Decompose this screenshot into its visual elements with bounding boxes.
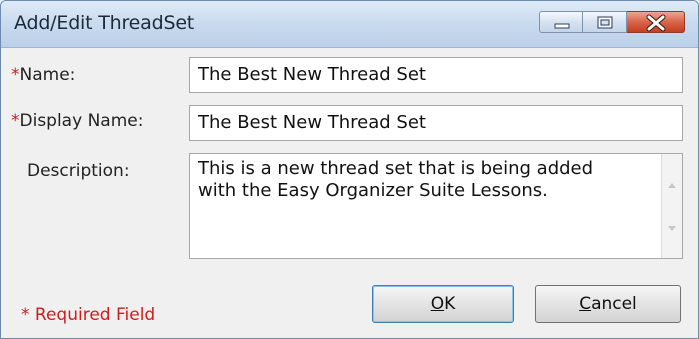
display-name-required-marker: *	[11, 111, 20, 131]
title-bar[interactable]: Add/Edit ThreadSet	[1, 1, 698, 48]
maximize-button[interactable]	[583, 11, 627, 33]
close-icon	[646, 14, 666, 32]
scroll-arrows	[668, 183, 676, 231]
scroll-up-icon	[668, 183, 676, 188]
display-name-label: *Display Name:	[11, 111, 144, 131]
scroll-down-icon	[668, 226, 676, 231]
description-scrollbar[interactable]	[661, 154, 682, 258]
add-edit-threadset-dialog: Add/Edit ThreadSet *Name: The Best New T…	[0, 0, 699, 339]
cancel-button[interactable]: Cancel	[535, 285, 681, 323]
ok-button[interactable]: OK	[372, 285, 514, 323]
description-textarea[interactable]: This is a new thread set that is being a…	[189, 153, 683, 259]
name-field[interactable]: The Best New Thread Set	[189, 57, 683, 93]
name-required-marker: *	[11, 65, 20, 85]
minimize-button[interactable]	[539, 11, 583, 33]
window-title: Add/Edit ThreadSet	[14, 12, 195, 34]
display-name-field[interactable]: The Best New Thread Set	[189, 105, 683, 141]
close-button[interactable]	[627, 11, 685, 33]
maximize-icon	[597, 16, 613, 29]
minimize-icon	[554, 23, 570, 29]
description-label: Description:	[27, 161, 130, 181]
name-label: *Name:	[11, 65, 76, 85]
required-field-note: * Required Field	[21, 305, 156, 325]
